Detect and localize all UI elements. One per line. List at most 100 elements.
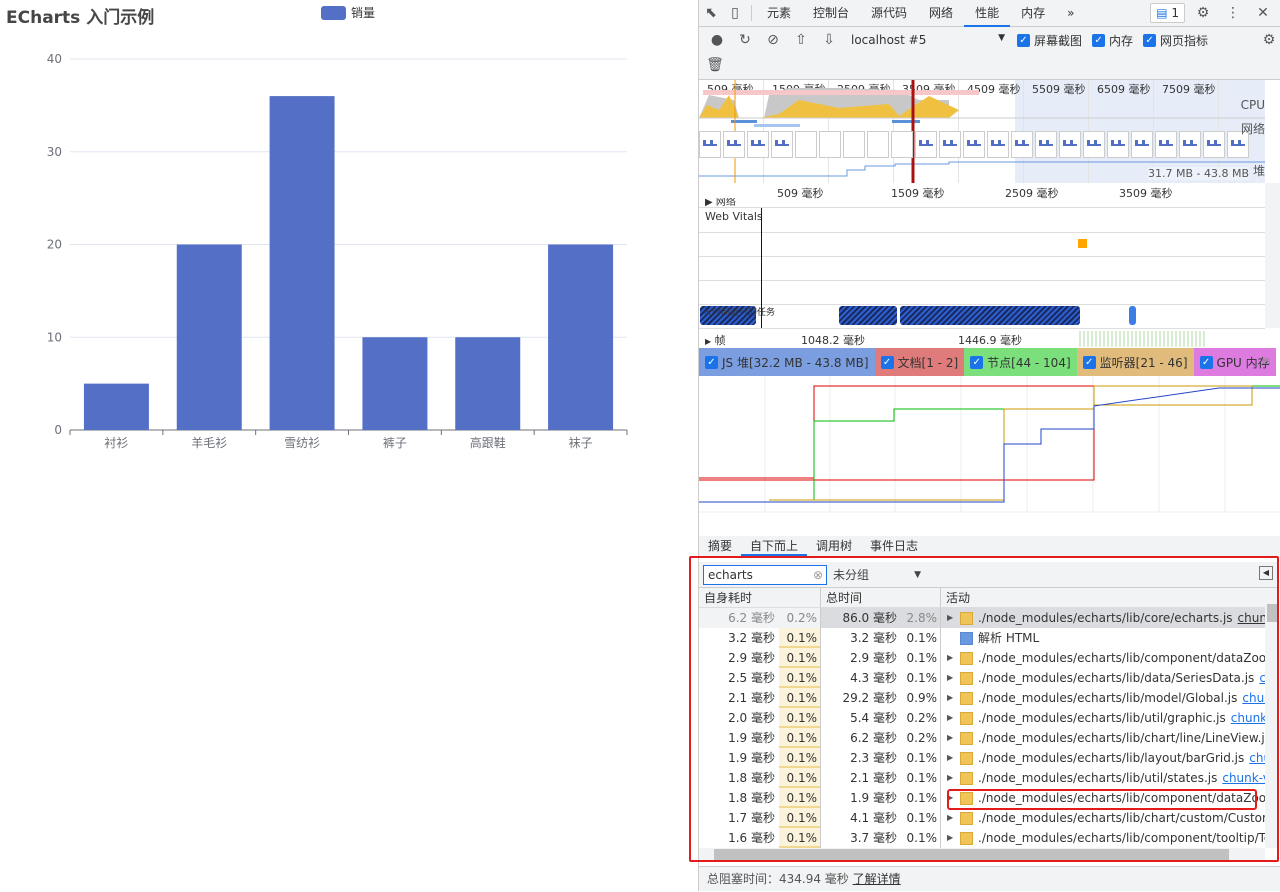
screenshot-thumbnail[interactable] [723,131,745,158]
memory-counters: ✓ JS 堆[32.2 MB - 43.8 MB] ✓ 文档[1 - 2] ✓ 节点[44… [699,348,1280,376]
message-icon: ▤ [1156,6,1168,20]
screenshot-thumbnail[interactable] [795,131,817,158]
gear-icon[interactable]: ⚙ [1191,5,1215,21]
memory-counter-checkbox[interactable]: ✓ 文档[1 - 2] [874,348,965,376]
screenshot-thumbnail[interactable] [1059,131,1081,158]
screenshot-thumbnail[interactable] [939,131,961,158]
performance-toolbar: ● ↻ ⊘ ⇧ ⇩ localhost #5 ▼ ✓ 屏幕截图 ✓ 内存 ✓ 网页指标 … [699,27,1280,80]
capture-settings-icon[interactable]: ⚙ [1257,32,1280,48]
frame-time: 1048.2 毫秒 [801,334,865,347]
bottom-tab-2[interactable]: 调用树 [807,536,861,556]
learn-more-link[interactable]: 了解详情 [853,872,901,886]
tab-2[interactable]: 源代码 [860,0,918,27]
close-icon[interactable]: ✕ [1251,5,1275,21]
bar[interactable] [83,383,149,430]
screenshot-thumbnail[interactable] [1083,131,1105,158]
checkbox-label: 网页指标 [1160,33,1209,48]
screenshot-thumbnail[interactable] [891,131,913,158]
clear-icon[interactable]: ⊘ [761,32,785,48]
total-blocking-time: 总阻塞时间：434.94 毫秒 [707,872,849,886]
memory-checkbox[interactable]: ✓ 内存 [1092,32,1133,49]
network-track[interactable]: ▶ 网络 [705,198,736,208]
screenshot-thumbnail[interactable] [987,131,1009,158]
memory-counter-checkbox[interactable]: ✓ JS 堆[32.2 MB - 43.8 MB] [699,348,875,376]
target-select[interactable]: localhost #5 ▼ [845,33,1005,47]
frames-track[interactable]: ▶ 帧 1048.2 毫秒 1446.9 毫秒 [699,328,1265,348]
bottom-tab-1[interactable]: 自下而上 [741,536,808,556]
record-icon[interactable]: ● [705,32,729,48]
main-tick: 3509 毫秒 [1119,187,1173,200]
download-icon[interactable]: ⇩ [817,32,841,48]
screenshot-thumbnail[interactable] [819,131,841,158]
device-toolbar-icon[interactable]: ▯ [723,5,747,21]
reload-icon[interactable]: ↻ [733,32,757,48]
x-tick-label: 裤子 [383,436,407,450]
tab-0[interactable]: 元素 [756,0,802,27]
y-tick-label: 10 [47,330,62,344]
checkbox-label: 内存 [1109,33,1134,48]
checkbox-label: 屏幕截图 [1034,33,1083,48]
y-tick-label: 40 [47,52,62,66]
annotation-box [947,789,1257,810]
tab-4[interactable]: 性能 [964,0,1011,27]
status-footer: 总阻塞时间：434.94 毫秒 了解详情 [699,866,1280,891]
screenshot-thumbnail[interactable] [915,131,937,158]
screenshot-thumbnail[interactable] [771,131,793,158]
memory-graph [699,376,1280,513]
cpu-label: CPU [1240,98,1265,112]
long-task[interactable] [839,306,897,325]
lcp-marker[interactable] [1078,239,1087,248]
y-tick-label: 0 [54,423,62,437]
screenshot-thumbnail[interactable] [1155,131,1177,158]
expand-icon: ▶ [705,337,712,346]
counter-label: 文档[1 - 2] [897,355,959,370]
heap-range: 31.7 MB - 43.8 MB [1147,167,1249,180]
long-task[interactable] [1129,306,1136,325]
target-label: localhost #5 [851,33,927,47]
heap-label: 堆 [1252,164,1265,178]
screenshot-thumbnail[interactable] [963,131,985,158]
x-tick-label: 袜子 [569,436,593,450]
bar[interactable] [362,337,428,430]
tab-3[interactable]: 网络 [918,0,964,27]
inspect-icon[interactable]: ⬉ [699,5,723,21]
screenshot-thumbnail[interactable] [1011,131,1033,158]
bar[interactable] [176,244,242,431]
bottom-tab-3[interactable]: 事件日志 [861,536,927,556]
more-icon[interactable]: ⋮ [1221,5,1245,21]
tab-5[interactable]: 内存 [1010,0,1056,27]
bar[interactable] [548,244,614,431]
annotation-box [689,556,1279,862]
memory-counter-checkbox[interactable]: ✓ 节点[44 - 104] [964,348,1077,376]
screenshot-thumbnail[interactable] [1131,131,1153,158]
scrollbar[interactable] [1265,183,1280,328]
memory-counter-checkbox[interactable]: ✓ 监听器[21 - 46] [1076,348,1194,376]
counter-label: 监听器[21 - 46] [1099,355,1188,370]
tab-6[interactable]: » [1056,0,1085,27]
screenshot-thumbnail[interactable] [1035,131,1057,158]
timeline-overview[interactable]: 509 毫秒1509 毫秒2509 毫秒3509 毫秒4509 毫秒5509 毫… [699,80,1265,183]
upload-icon[interactable]: ⇧ [789,32,813,48]
long-task-label: 长时间运行的任务 [703,308,776,318]
screenshot-thumbnail[interactable] [699,131,721,158]
tab-1[interactable]: 控制台 [802,0,860,27]
devtools-panel: ⬉ ▯ 元素 控制台 源代码 网络 性能 内存» ▤ 1 ⚙ ⋮ ✕ ● ↻ ⊘ ⇧ ⇩ … [689,0,1280,891]
issues-badge[interactable]: ▤ 1 [1150,3,1185,23]
screenshot-thumbnail[interactable] [747,131,769,158]
bar[interactable] [269,96,335,430]
web-vitals-track: Web Vitals 长时间运行的任务 [699,208,1265,328]
screenshot-thumbnail[interactable] [843,131,865,158]
network-track-label: 网络 [715,198,736,208]
bottom-tab-0[interactable]: 摘要 [699,536,741,556]
screenshots-checkbox[interactable]: ✓ 屏幕截图 [1017,32,1082,49]
long-task[interactable] [900,306,1080,325]
menu-icon[interactable]: ≡ [1261,354,1271,368]
web-vitals-checkbox[interactable]: ✓ 网页指标 [1143,32,1208,49]
bar[interactable] [455,337,521,430]
screenshot-thumbnail[interactable] [1179,131,1201,158]
x-tick-label: 高跟鞋 [470,435,506,450]
screenshot-thumbnail[interactable] [1107,131,1129,158]
trash-icon[interactable]: 🗑 [703,57,727,73]
screenshot-thumbnail[interactable] [1203,131,1225,158]
screenshot-thumbnail[interactable] [867,131,889,158]
